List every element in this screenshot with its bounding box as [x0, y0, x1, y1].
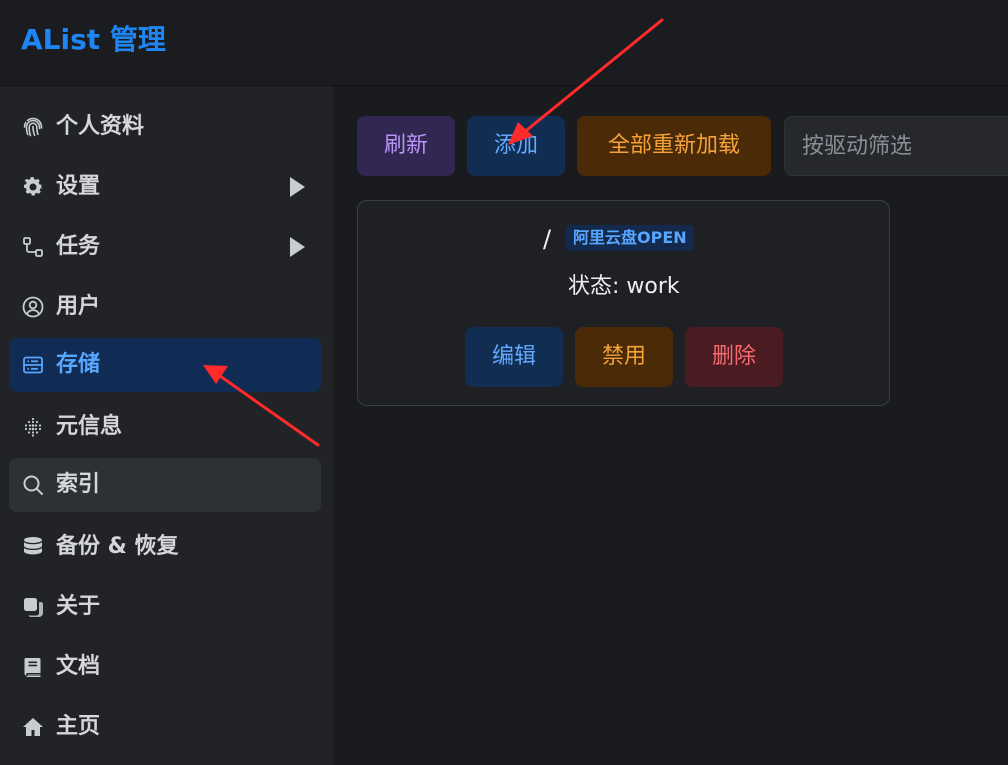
- chevron-right-icon: [290, 237, 305, 257]
- sidebar-item-label: 元信息: [56, 414, 123, 439]
- mount-path: /: [543, 225, 552, 253]
- sidebar-item-label: 文档: [56, 654, 101, 679]
- sidebar-item-label: 备份 & 恢复: [56, 534, 179, 559]
- sidebar-item-tasks[interactable]: 任务: [9, 220, 321, 274]
- sidebar-item-label: 存储: [56, 352, 101, 377]
- refresh-button[interactable]: 刷新: [357, 116, 455, 176]
- app-header: AList 管理: [0, 0, 1008, 86]
- storage-icon: [21, 353, 45, 377]
- driver-badge: 阿里云盘OPEN: [566, 225, 694, 251]
- user-circle-icon: [21, 295, 45, 319]
- sidebar-item-label: 设置: [56, 174, 101, 199]
- sidebar-item-profile[interactable]: 个人资料: [9, 100, 321, 154]
- edit-button[interactable]: 编辑: [465, 327, 563, 387]
- sidebar-item-about[interactable]: 关于: [9, 580, 321, 634]
- sidebar-item-metas[interactable]: 元信息: [9, 400, 321, 454]
- reload-all-button[interactable]: 全部重新加载: [577, 116, 771, 176]
- sidebar-item-settings[interactable]: 设置: [9, 160, 321, 214]
- book-icon: [21, 655, 45, 679]
- workflow-icon: [21, 235, 45, 259]
- gear-icon: [21, 175, 45, 199]
- fingerprint-icon: [21, 115, 45, 139]
- disable-button[interactable]: 禁用: [575, 327, 673, 387]
- sidebar-item-label: 关于: [56, 594, 101, 619]
- sidebar-item-label: 索引: [56, 472, 101, 497]
- sidebar-item-users[interactable]: 用户: [9, 280, 321, 334]
- database-icon: [21, 535, 45, 559]
- main-content: [333, 86, 1008, 765]
- sidebar-item-storage[interactable]: 存储: [9, 338, 321, 392]
- sidebar-item-label: 用户: [56, 294, 101, 319]
- app-title[interactable]: AList 管理: [21, 20, 166, 60]
- sidebar-item-docs[interactable]: 文档: [9, 640, 321, 694]
- sidebar-item-label: 个人资料: [56, 114, 145, 139]
- chevron-right-icon: [290, 177, 305, 197]
- delete-button[interactable]: 删除: [685, 327, 783, 387]
- copy-icon: [21, 595, 45, 619]
- add-button[interactable]: 添加: [467, 116, 565, 176]
- sidebar-item-indexes[interactable]: 索引: [9, 458, 321, 512]
- sidebar-item-backup-restore[interactable]: 备份 & 恢复: [9, 520, 321, 574]
- search-icon: [21, 473, 45, 497]
- sidebar-item-home[interactable]: 主页: [9, 700, 321, 754]
- sidebar-item-label: 任务: [56, 234, 101, 259]
- home-icon: [21, 715, 45, 739]
- sidebar-item-label: 主页: [56, 714, 101, 739]
- storage-status: 状态: work: [568, 274, 680, 299]
- dots-grid-icon: [21, 415, 45, 439]
- driver-filter-input[interactable]: [784, 116, 1008, 176]
